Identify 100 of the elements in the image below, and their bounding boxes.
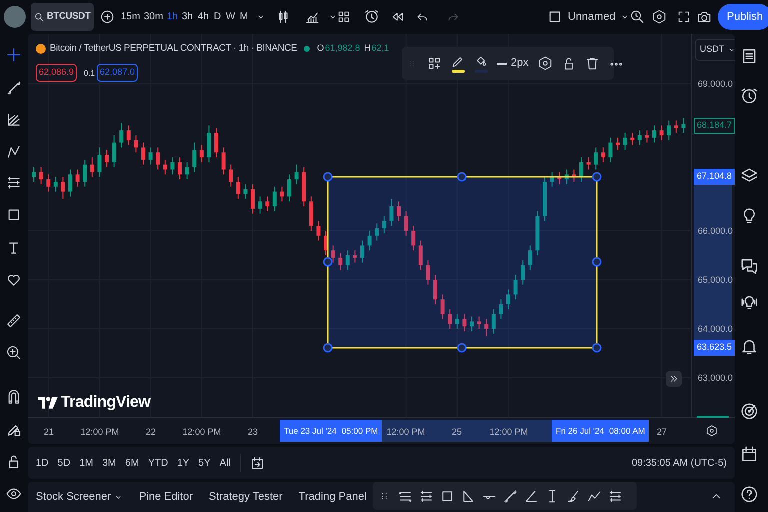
calendar-icon[interactable]: [740, 445, 759, 464]
pencil-icon[interactable]: [451, 54, 465, 68]
resize-handle[interactable]: [323, 257, 333, 267]
heart-icon[interactable]: [6, 272, 22, 288]
tag-date: Fri 26 Jul '24: [556, 424, 604, 438]
interval-button[interactable]: M: [240, 10, 248, 24]
square-icon[interactable]: [547, 9, 563, 25]
trend-line-icon[interactable]: [503, 488, 518, 504]
magnet-icon[interactable]: [6, 390, 22, 406]
ruler-icon[interactable]: [6, 313, 22, 329]
panel-tab[interactable]: Pine Editor: [139, 488, 194, 506]
range-button[interactable]: 1D: [36, 456, 49, 470]
trash-icon[interactable]: [584, 56, 600, 71]
fullscreen-icon[interactable]: [677, 10, 691, 24]
chat-icon[interactable]: [740, 257, 759, 276]
candlestick: [652, 125, 656, 144]
candlestick: [580, 156, 584, 182]
add-shapes-icon[interactable]: [427, 56, 442, 71]
calendar-arrow-icon[interactable]: [250, 456, 265, 470]
rewind-icon[interactable]: [391, 10, 405, 24]
fill-color-swatch[interactable]: [474, 70, 488, 72]
panel-tab[interactable]: Trading Panel: [298, 488, 367, 506]
layout-name-button[interactable]: Unnamed: [568, 8, 616, 26]
currency-dropdown[interactable]: USDT: [695, 39, 735, 61]
camera-icon[interactable]: [697, 10, 712, 24]
publish-button[interactable]: Publish: [718, 4, 768, 30]
search-icon: [34, 12, 45, 22]
path-icon[interactable]: [587, 488, 602, 504]
range-button[interactable]: 1Y: [177, 456, 190, 470]
candlestick: [521, 260, 526, 286]
range-button[interactable]: YTD: [148, 456, 168, 470]
resize-handle[interactable]: [592, 343, 602, 353]
resize-handle[interactable]: [457, 172, 467, 182]
range-button[interactable]: 6M: [125, 456, 140, 470]
resize-handle[interactable]: [592, 172, 602, 182]
line-width-button[interactable]: 2px: [497, 55, 529, 72]
candlestick: [608, 137, 613, 163]
scroll-right-button[interactable]: [666, 371, 682, 387]
range-button[interactable]: 3M: [102, 456, 116, 470]
resize-handle[interactable]: [323, 343, 333, 353]
candlestick: [61, 176, 66, 200]
fib-lines-icon[interactable]: [419, 488, 434, 504]
zoom-in-icon[interactable]: [6, 345, 22, 361]
interval-button[interactable]: D: [214, 10, 222, 24]
alarm-plus-icon[interactable]: [364, 9, 380, 25]
settings-icon[interactable]: [652, 10, 667, 24]
interval-button[interactable]: 3h: [182, 10, 194, 24]
candlestick: [244, 184, 248, 200]
candlestick: [558, 172, 562, 185]
magnifier-icon[interactable]: [630, 10, 645, 24]
resize-handle[interactable]: [457, 343, 467, 353]
interval-button[interactable]: W: [226, 10, 236, 24]
candlestick: [32, 166, 36, 182]
candlestick: [564, 169, 569, 185]
fill-bucket-icon[interactable]: [474, 54, 488, 68]
rectangle-icon[interactable]: [440, 488, 455, 504]
trend-line-icon[interactable]: [6, 80, 22, 96]
candlestick: [623, 132, 628, 151]
interval-button[interactable]: 4h: [198, 10, 210, 24]
rectangle-shape[interactable]: [327, 176, 598, 349]
line-color-swatch[interactable]: [452, 70, 464, 72]
candlestick: [346, 250, 350, 271]
resize-handle[interactable]: [323, 172, 333, 182]
range-button[interactable]: 1M: [80, 456, 94, 470]
settings-icon[interactable]: [706, 425, 718, 437]
candlestick: [294, 164, 299, 185]
panel-tab[interactable]: Stock Screener: [36, 488, 124, 506]
candlestick: [266, 196, 270, 212]
range-button[interactable]: 5Y: [198, 456, 211, 470]
time-label: 22: [146, 426, 156, 439]
brush-icon[interactable]: [566, 488, 581, 504]
rectangle-icon[interactable]: [6, 207, 22, 223]
zigzag-icon[interactable]: [6, 144, 22, 160]
interval-button[interactable]: 15m: [121, 10, 140, 24]
settings-icon[interactable]: [538, 56, 553, 71]
angle-icon[interactable]: [524, 488, 539, 504]
ohlc-value: 62,1: [372, 42, 390, 56]
alarm-clock-icon[interactable]: [740, 87, 759, 106]
symbol-search-button[interactable]: BTCUSDT: [31, 3, 94, 31]
logo-icon: [38, 397, 58, 409]
range-button[interactable]: 5D: [58, 456, 71, 470]
tag-time: 08:00 AM: [609, 424, 646, 438]
crosshair-icon[interactable]: [6, 47, 22, 63]
eye-icon[interactable]: [6, 486, 22, 502]
panel-tab[interactable]: Strategy Tester: [209, 488, 283, 506]
triangle-icon[interactable]: [461, 488, 476, 504]
grid-icon[interactable]: [337, 10, 351, 24]
candlestick: [54, 176, 58, 192]
candlestick: [236, 176, 240, 200]
resize-handle[interactable]: [592, 257, 602, 267]
candlestick: [331, 245, 336, 264]
candlestick: [46, 174, 51, 192]
help-icon[interactable]: [740, 485, 759, 504]
interval-button[interactable]: 1h: [167, 10, 178, 24]
pitchfork-icon[interactable]: [6, 112, 22, 128]
user-avatar[interactable]: [4, 6, 26, 28]
range-button[interactable]: All: [220, 456, 231, 470]
target-icon[interactable]: [740, 402, 759, 421]
interval-button[interactable]: 30m: [144, 10, 164, 24]
fib-lines-icon[interactable]: [6, 175, 22, 191]
